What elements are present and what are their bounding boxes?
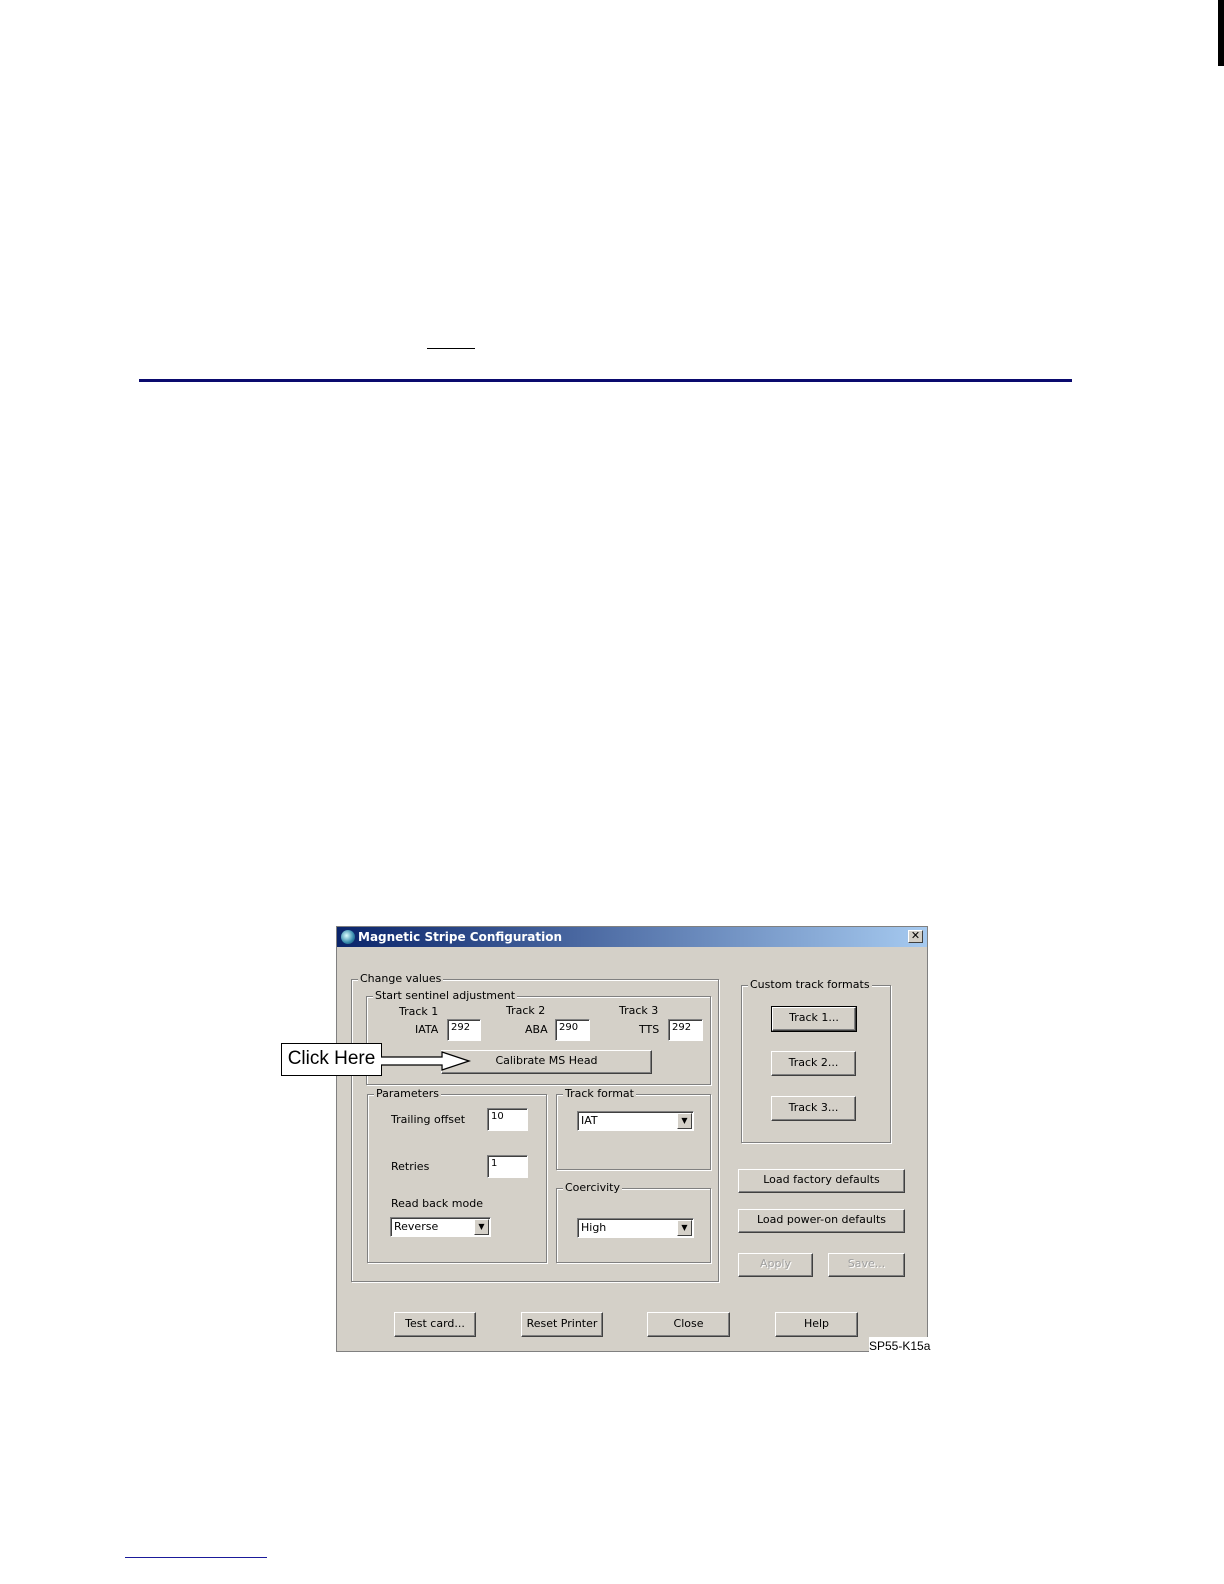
reset-printer-button[interactable]: Reset Printer xyxy=(521,1312,603,1337)
retries-input[interactable]: 1 xyxy=(487,1155,528,1178)
parameters-legend: Parameters xyxy=(374,1087,441,1100)
chevron-down-icon[interactable]: ▼ xyxy=(677,1220,692,1236)
trailing-offset-input[interactable]: 10 xyxy=(487,1108,528,1131)
help-button[interactable]: Help xyxy=(775,1312,858,1337)
test-card-button[interactable]: Test card... xyxy=(394,1312,476,1337)
tts-label: TTS xyxy=(639,1023,660,1036)
chevron-down-icon[interactable]: ▼ xyxy=(474,1219,489,1235)
custom-track2-button[interactable]: Track 2... xyxy=(771,1051,856,1076)
magnetic-stripe-dialog: Magnetic Stripe Configuration ✕ Change v… xyxy=(336,926,928,1352)
callout-arrow-icon xyxy=(381,1051,472,1071)
track-format-group: Track format xyxy=(556,1087,711,1170)
change-values-legend: Change values xyxy=(358,972,444,985)
coercivity-select[interactable]: High ▼ xyxy=(577,1218,694,1238)
title-bar: Magnetic Stripe Configuration ✕ xyxy=(337,927,927,947)
tts-input[interactable]: 292 xyxy=(668,1019,703,1041)
load-factory-defaults-button[interactable]: Load factory defaults xyxy=(738,1169,905,1193)
click-here-text: Click Here xyxy=(287,1048,376,1069)
app-icon xyxy=(341,930,355,944)
trailing-offset-label: Trailing offset xyxy=(391,1113,466,1126)
click-here-callout: Click Here xyxy=(281,1043,382,1076)
footer-rule xyxy=(125,1557,267,1558)
start-sentinel-legend: Start sentinel adjustment xyxy=(373,989,518,1002)
short-underline xyxy=(427,348,475,349)
save-button[interactable]: Save... xyxy=(828,1253,905,1277)
calibrate-ms-head-button[interactable]: Calibrate MS Head xyxy=(441,1050,652,1074)
dialog-title: Magnetic Stripe Configuration xyxy=(358,930,563,944)
custom-track1-button[interactable]: Track 1... xyxy=(771,1006,857,1032)
aba-label: ABA xyxy=(525,1023,548,1036)
page-edge-mark xyxy=(1218,0,1224,66)
iata-input[interactable]: 292 xyxy=(447,1019,481,1041)
track1-header: Track 1 xyxy=(399,1005,439,1018)
read-back-mode-label: Read back mode xyxy=(391,1197,483,1210)
track-format-select[interactable]: IAT ▼ xyxy=(577,1111,694,1131)
custom-track3-button[interactable]: Track 3... xyxy=(771,1096,856,1121)
track2-header: Track 2 xyxy=(506,1004,546,1017)
close-button[interactable]: Close xyxy=(647,1312,730,1337)
apply-button[interactable]: Apply xyxy=(738,1253,813,1277)
coercivity-legend: Coercivity xyxy=(563,1181,622,1194)
chevron-down-icon[interactable]: ▼ xyxy=(677,1113,692,1129)
iata-label: IATA xyxy=(415,1023,439,1036)
figure-id-label: SP55-K15a xyxy=(869,1337,933,1355)
load-power-on-defaults-button[interactable]: Load power-on defaults xyxy=(738,1209,905,1233)
read-back-mode-select[interactable]: Reverse ▼ xyxy=(390,1217,491,1237)
track-format-legend: Track format xyxy=(563,1087,636,1100)
close-icon[interactable]: ✕ xyxy=(908,930,923,943)
header-rule xyxy=(139,379,1072,382)
retries-label: Retries xyxy=(391,1160,430,1173)
track3-header: Track 3 xyxy=(619,1004,659,1017)
aba-input[interactable]: 290 xyxy=(555,1019,590,1041)
custom-track-formats-legend: Custom track formats xyxy=(748,978,872,991)
